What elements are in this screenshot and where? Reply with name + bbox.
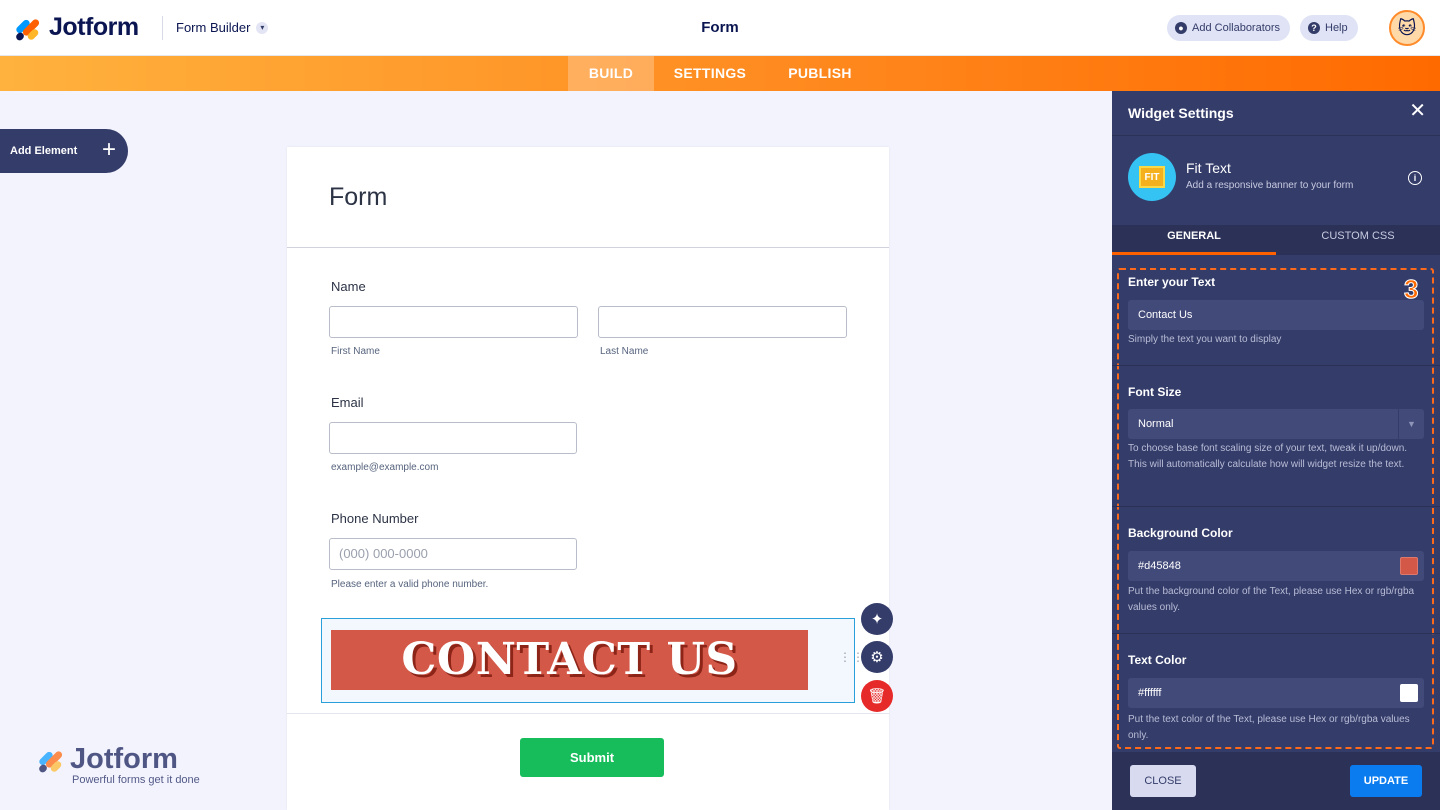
add-element-button[interactable]: Add Element + bbox=[0, 129, 128, 173]
text-color-swatch[interactable] bbox=[1400, 684, 1418, 702]
jotform-logo[interactable]: Jotform bbox=[14, 13, 139, 42]
text-input[interactable]: Contact Us bbox=[1128, 300, 1424, 330]
panel-tabs: GENERAL CUSTOM CSS bbox=[1112, 225, 1440, 255]
panel-header: Widget Settings ✕ bbox=[1112, 91, 1440, 136]
help-label: Help bbox=[1325, 22, 1348, 34]
fit-text-widget[interactable]: CONTACT US ⋮⋮ bbox=[321, 618, 864, 703]
phone-label: Phone Number bbox=[331, 511, 419, 526]
close-button[interactable]: CLOSE bbox=[1130, 765, 1196, 797]
magic-wand-button[interactable]: ✦ bbox=[861, 603, 893, 635]
divider bbox=[1112, 365, 1440, 366]
delete-button[interactable]: 🗑 bbox=[861, 680, 893, 712]
panel-footer: CLOSE UPDATE bbox=[1112, 752, 1440, 810]
add-collaborators-label: Add Collaborators bbox=[1192, 22, 1281, 34]
last-name-sublabel: Last Name bbox=[600, 346, 649, 357]
jotform-logo-icon bbox=[14, 15, 41, 42]
name-label: Name bbox=[331, 279, 366, 294]
fit-text-icon-label: FIT bbox=[1139, 166, 1165, 188]
divider bbox=[162, 16, 163, 40]
add-collaborators-button[interactable]: ● Add Collaborators bbox=[1167, 15, 1291, 41]
email-sublabel: example@example.com bbox=[331, 462, 439, 473]
step-badge: 3 bbox=[1403, 274, 1419, 304]
font-size-help: To choose base font scaling size of your… bbox=[1128, 443, 1408, 470]
plus-icon: + bbox=[101, 136, 116, 163]
trash-icon: 🗑 bbox=[867, 688, 887, 705]
watermark-brand: Jotform bbox=[70, 743, 178, 775]
email-input[interactable] bbox=[329, 422, 577, 454]
tab-publish[interactable]: PUBLISH bbox=[778, 56, 862, 91]
add-element-label: Add Element bbox=[10, 145, 78, 157]
avatar-icon: 🐱 bbox=[1397, 17, 1417, 38]
top-bar: Jotform Form Builder ▾ Form ● Add Collab… bbox=[0, 0, 1440, 56]
bg-color-help: Put the background color of the Text, pl… bbox=[1128, 586, 1415, 613]
email-label: Email bbox=[331, 395, 364, 410]
settings-button[interactable]: ⚙ bbox=[861, 641, 893, 673]
text-color-input[interactable]: #ffffff bbox=[1128, 678, 1424, 708]
divider bbox=[287, 713, 889, 714]
tab-build[interactable]: BUILD bbox=[568, 56, 654, 91]
divider bbox=[287, 247, 889, 248]
form-heading[interactable]: Form bbox=[329, 183, 387, 212]
text-color-label: Text Color bbox=[1128, 653, 1187, 667]
info-icon[interactable]: i bbox=[1408, 171, 1422, 185]
widget-settings-panel: Widget Settings ✕ FIT Fit Text Add a res… bbox=[1112, 91, 1440, 810]
update-button[interactable]: UPDATE bbox=[1350, 765, 1422, 797]
phone-sublabel: Please enter a valid phone number. bbox=[331, 579, 489, 590]
watermark-tagline: Powerful forms get it done bbox=[72, 774, 200, 786]
gear-icon: ⚙ bbox=[870, 649, 884, 666]
submit-button[interactable]: Submit bbox=[520, 738, 664, 777]
widget-name: Fit Text bbox=[1186, 160, 1231, 176]
bg-color-input[interactable]: #d45848 bbox=[1128, 551, 1424, 581]
text-color-help: Put the text color of the Text, please u… bbox=[1128, 714, 1410, 741]
magic-wand-icon: ✦ bbox=[870, 611, 884, 628]
font-size-select[interactable]: Normal ▼ bbox=[1128, 409, 1424, 439]
divider bbox=[1112, 633, 1440, 634]
phone-input[interactable]: (000) 000-0000 bbox=[329, 538, 577, 570]
jotform-watermark: Jotform Powerful forms get it done bbox=[37, 743, 200, 786]
form-builder-label: Form Builder bbox=[176, 20, 251, 35]
bg-color-swatch[interactable] bbox=[1400, 557, 1418, 575]
contact-us-banner: CONTACT US bbox=[331, 630, 808, 690]
panel-title: Widget Settings bbox=[1128, 105, 1234, 121]
help-button[interactable]: ? Help bbox=[1300, 15, 1358, 41]
tab-settings[interactable]: SETTINGS bbox=[662, 56, 758, 91]
fit-text-icon: FIT bbox=[1128, 153, 1176, 201]
user-icon: ● bbox=[1175, 22, 1187, 34]
widget-description: Add a responsive banner to your form bbox=[1186, 180, 1354, 191]
text-color-value: #ffffff bbox=[1138, 687, 1162, 699]
form-builder-menu[interactable]: Form Builder ▾ bbox=[176, 20, 269, 35]
avatar[interactable]: 🐱 bbox=[1389, 10, 1425, 46]
tab-custom-css[interactable]: CUSTOM CSS bbox=[1276, 225, 1440, 255]
first-name-input[interactable] bbox=[329, 306, 578, 338]
font-size-label: Font Size bbox=[1128, 385, 1182, 399]
brand-name: Jotform bbox=[49, 13, 139, 41]
builder-nav: BUILD SETTINGS PUBLISH bbox=[0, 56, 1440, 91]
text-help: Simply the text you want to display bbox=[1128, 334, 1282, 345]
close-icon[interactable]: ✕ bbox=[1409, 101, 1426, 121]
first-name-sublabel: First Name bbox=[331, 346, 380, 357]
bg-color-value: #d45848 bbox=[1138, 560, 1181, 572]
last-name-input[interactable] bbox=[598, 306, 847, 338]
widget-info: FIT Fit Text Add a responsive banner to … bbox=[1112, 137, 1440, 225]
divider bbox=[1112, 506, 1440, 507]
tab-general[interactable]: GENERAL bbox=[1112, 225, 1276, 255]
text-label: Enter your Text bbox=[1128, 275, 1216, 289]
jotform-logo-icon bbox=[37, 747, 64, 774]
chevron-down-icon: ▼ bbox=[1398, 409, 1424, 439]
font-size-value: Normal bbox=[1138, 418, 1174, 430]
question-icon: ? bbox=[1308, 22, 1320, 34]
chevron-down-icon: ▾ bbox=[256, 21, 269, 34]
form-card: Form Name First Name Last Name Email exa… bbox=[287, 147, 893, 810]
bg-color-label: Background Color bbox=[1128, 526, 1233, 540]
